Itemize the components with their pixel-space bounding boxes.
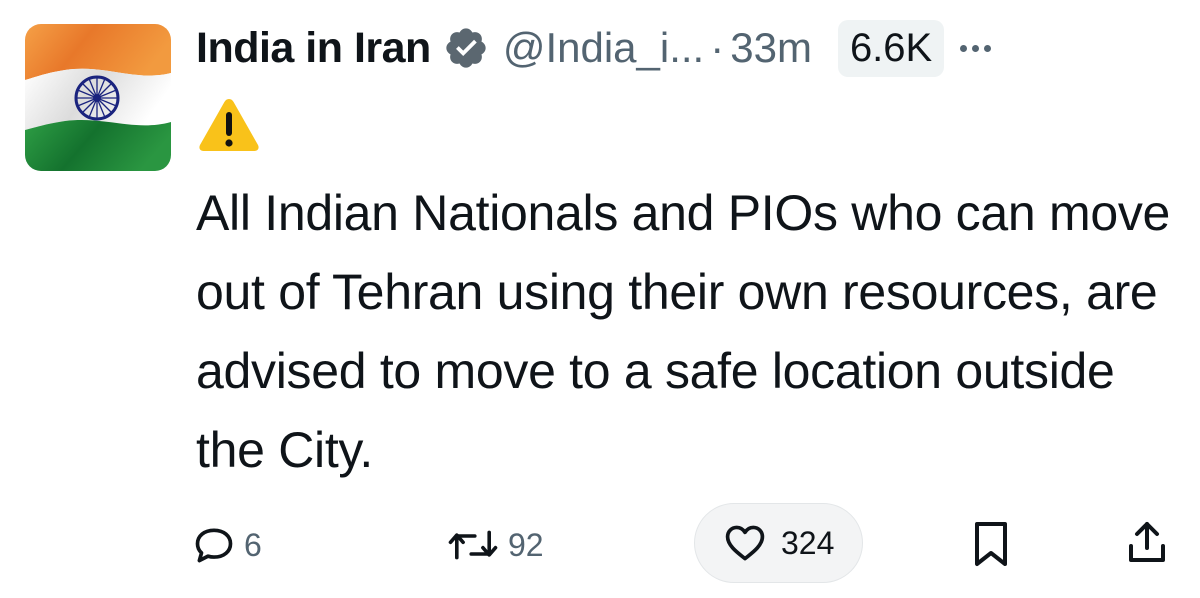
separator-dot: · (710, 24, 725, 71)
share-button[interactable] (1125, 518, 1169, 566)
author-name[interactable]: India in Iran (196, 24, 431, 73)
reply-icon (195, 528, 233, 563)
timestamp[interactable]: 33m (730, 24, 812, 72)
bookmark-icon (975, 522, 1007, 566)
tweet-text: All Indian Nationals and PIOs who can mo… (196, 185, 1171, 478)
like-button[interactable]: 324 (694, 503, 864, 583)
bookmark-button[interactable] (971, 520, 1011, 568)
verified-badge-icon (446, 28, 486, 68)
like-count: 324 (781, 524, 835, 561)
author-handle[interactable]: @India_i... (503, 24, 704, 72)
retweet-button[interactable]: 92 (446, 523, 544, 567)
more-options-icon[interactable] (960, 44, 992, 52)
reply-button[interactable]: 6 (192, 523, 262, 567)
retweet-icon (448, 530, 498, 560)
view-count-badge[interactable]: 6.6K (837, 19, 945, 77)
avatar[interactable] (25, 24, 171, 171)
india-flag-icon (25, 24, 171, 171)
heart-icon (725, 525, 765, 561)
warning-emoji-icon (199, 99, 259, 151)
reply-count: 6 (244, 526, 262, 563)
share-icon (1129, 522, 1165, 562)
retweet-count: 92 (508, 526, 544, 563)
tweet-header: India in Iran @India_i... · 33m 6.6K (196, 14, 1176, 82)
